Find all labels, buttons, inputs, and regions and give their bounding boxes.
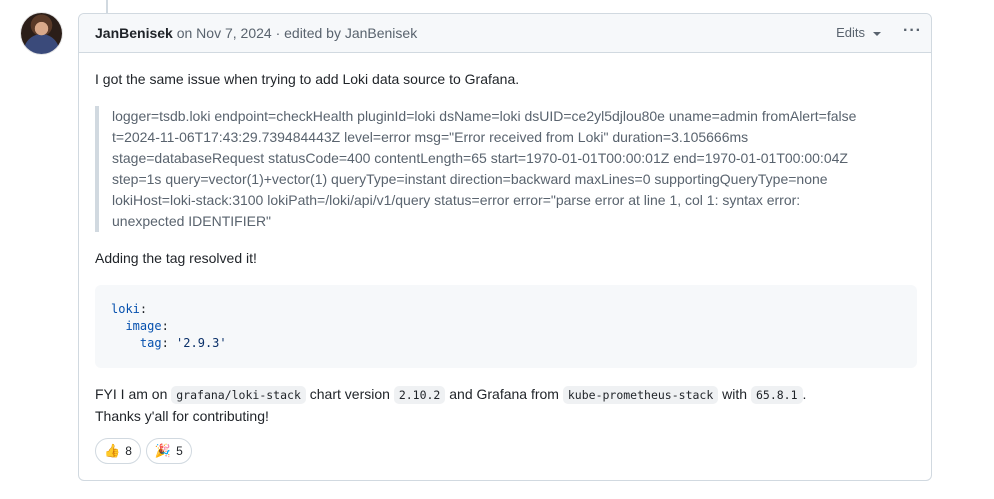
- quote-line: logger=tsdb.loki endpoint=checkHealth pl…: [112, 108, 857, 124]
- code-key-image: image: [125, 319, 162, 333]
- reaction-hooray[interactable]: 🎉 5: [145, 438, 192, 464]
- comment-header-text: JanBenisek on Nov 7, 2024 · edited by Ja…: [95, 25, 417, 41]
- quote-line: t=2024-11-06T17:43:29.739484443Z level=e…: [112, 129, 749, 145]
- fyi-part: chart version: [305, 386, 394, 402]
- edits-dropdown-button[interactable]: Edits: [836, 25, 881, 40]
- reaction-count: 5: [176, 444, 183, 458]
- code-key-loki: loki: [111, 302, 140, 316]
- caret-down-icon: [873, 31, 881, 36]
- fyi-part: FYI I am on: [95, 386, 172, 402]
- fyi-part: .: [802, 386, 807, 402]
- timeline-line: [106, 0, 108, 13]
- intro-text: I got the same issue when trying to add …: [95, 71, 520, 87]
- reaction-count: 8: [125, 444, 132, 458]
- reactions-bar: 👍 8 🎉 5: [95, 438, 192, 464]
- comment-meta[interactable]: on Nov 7, 2024 · edited by JanBenisek: [173, 25, 418, 41]
- quote-line: lokiHost=loki-stack:3100 lokiPath=/loki/…: [112, 192, 801, 208]
- inline-code-grafana-version: 65.8.1: [750, 386, 803, 404]
- comment-box: JanBenisek on Nov 7, 2024 · edited by Ja…: [78, 13, 932, 481]
- quote-line: unexpected IDENTIFIER": [112, 213, 272, 229]
- edits-label: Edits: [836, 25, 865, 40]
- inline-code-chart-version: 2.10.2: [393, 386, 446, 404]
- reaction-thumbs-up[interactable]: 👍 8: [95, 438, 141, 464]
- comment-header: JanBenisek on Nov 7, 2024 · edited by Ja…: [79, 14, 931, 53]
- fyi-part: and Grafana from: [445, 386, 563, 402]
- quote-line: step=1s query=vector(1)+vector(1) queryT…: [112, 171, 828, 187]
- thanks-text: Thanks y'all for contributing!: [95, 408, 269, 424]
- thumbs-up-icon: 👍: [104, 443, 121, 458]
- fyi-part: with: [718, 386, 751, 402]
- quote-line: stage=databaseRequest statusCode=400 con…: [112, 150, 848, 166]
- yaml-code-block[interactable]: loki: image: tag: '2.9.3': [95, 285, 917, 368]
- inline-code-grafana-source: kube-prometheus-stack: [562, 386, 719, 404]
- resolved-text: Adding the tag resolved it!: [95, 250, 257, 266]
- party-popper-icon: 🎉: [154, 443, 172, 458]
- kebab-horizontal-icon[interactable]: ···: [903, 22, 922, 40]
- code-value-tag: '2.9.3': [176, 336, 227, 350]
- comment-body: I got the same issue when trying to add …: [95, 69, 917, 427]
- inline-code-chart: grafana/loki-stack: [171, 386, 306, 404]
- log-blockquote: logger=tsdb.loki endpoint=checkHealth pl…: [95, 106, 917, 232]
- avatar[interactable]: [21, 13, 62, 54]
- author-link[interactable]: JanBenisek: [95, 25, 173, 41]
- code-key-tag: tag: [139, 336, 162, 350]
- fyi-text: FYI I am on grafana/loki-stack chart ver…: [95, 384, 917, 406]
